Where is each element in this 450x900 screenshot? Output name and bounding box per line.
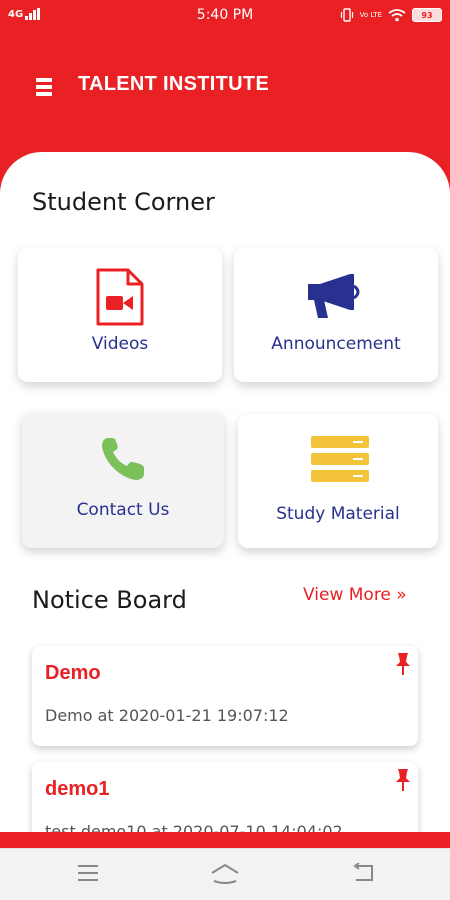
- contact-us-tile[interactable]: Contact Us: [22, 412, 224, 548]
- notice-title: demo1: [45, 778, 110, 800]
- video-file-icon: [96, 268, 144, 326]
- announcement-label: Announcement: [271, 334, 401, 354]
- announcement-tile[interactable]: Announcement: [234, 248, 438, 382]
- status-icons: Vo LTE 93: [340, 8, 442, 22]
- battery-icon: 93: [412, 8, 442, 22]
- wifi-icon: [388, 8, 406, 21]
- volte-label: Vo LTE: [359, 10, 382, 19]
- app-title: TALENT INSTITUTE: [78, 73, 270, 95]
- contact-us-label: Contact Us: [76, 500, 170, 520]
- megaphone-icon: [308, 274, 360, 318]
- videos-tile[interactable]: Videos: [18, 248, 222, 382]
- home-icon[interactable]: [210, 863, 240, 885]
- app-header: TALENT INSTITUTE: [0, 60, 450, 115]
- view-more-link[interactable]: View More »: [303, 585, 407, 605]
- student-corner-title: Student Corner: [32, 188, 215, 216]
- notice-body: Demo at 2020-01-21 19:07:12: [45, 706, 289, 725]
- phone-icon: [102, 438, 144, 480]
- vibrate-icon: [340, 8, 353, 22]
- study-material-label: Study Material: [276, 504, 400, 524]
- stack-icon: [311, 436, 369, 482]
- battery-level: 93: [421, 10, 433, 20]
- notice-title: Demo: [45, 662, 101, 684]
- notice-card[interactable]: Demo Demo at 2020-01-21 19:07:12: [32, 646, 418, 746]
- notice-body: test demo10 at 2020-07-10 14:04:02: [45, 822, 343, 832]
- study-material-tile[interactable]: Study Material: [238, 414, 438, 548]
- main-content: Student Corner Videos Announcement Conta…: [0, 152, 450, 832]
- back-icon[interactable]: [352, 863, 374, 883]
- menu-icon[interactable]: [77, 863, 99, 883]
- notice-card[interactable]: demo1 test demo10 at 2020-07-10 14:04:02: [32, 762, 418, 832]
- hamburger-menu-icon[interactable]: [36, 77, 54, 97]
- status-bar: 4G 5:40 PM Vo LTE 93: [0, 0, 450, 32]
- system-nav-bar: [0, 848, 450, 900]
- notice-board-title: Notice Board: [32, 586, 187, 614]
- pin-icon: [396, 769, 410, 791]
- pin-icon: [396, 653, 410, 675]
- videos-label: Videos: [91, 334, 149, 354]
